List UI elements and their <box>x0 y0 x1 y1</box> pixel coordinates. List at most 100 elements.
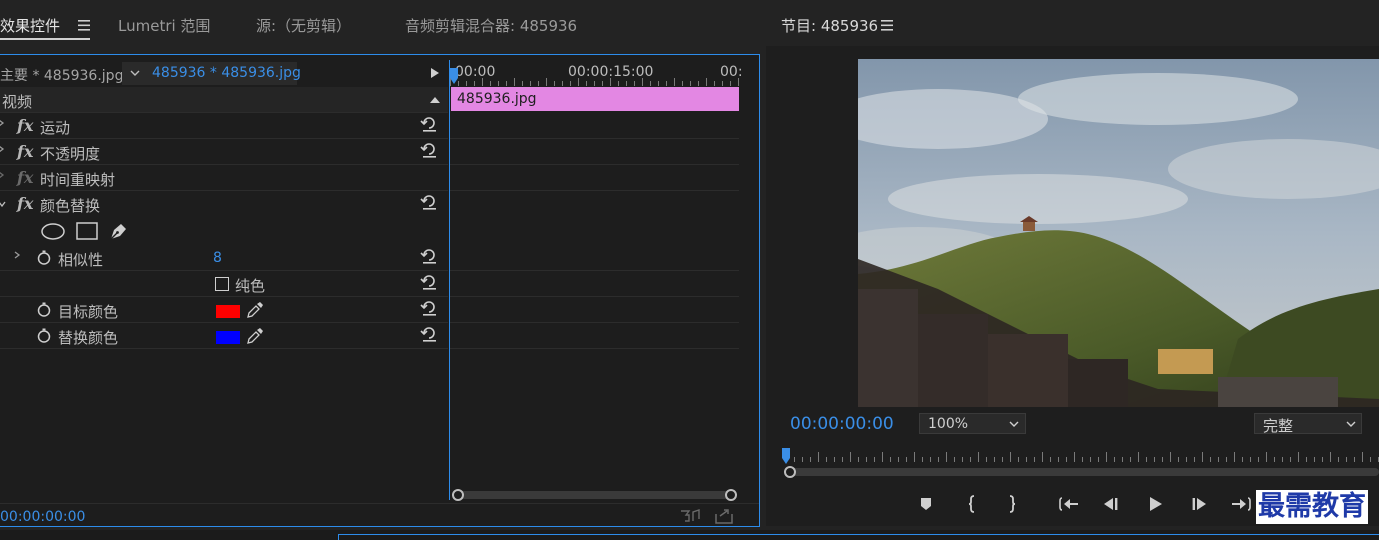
scrollbar-handle-right[interactable] <box>725 489 737 501</box>
tab-source[interactable]: 源:（无剪辑） <box>256 15 351 36</box>
monitor-ruler-tick <box>1338 457 1339 462</box>
reset-icon[interactable] <box>420 193 438 211</box>
zoom-dropdown[interactable]: 100% <box>919 413 1026 434</box>
ruler-tick <box>602 81 603 86</box>
scrollbar-track <box>458 491 732 499</box>
monitor-ruler-tick <box>970 457 971 462</box>
chevron-right-icon[interactable] <box>0 119 5 127</box>
chevron-down-icon[interactable] <box>0 200 6 208</box>
chevron-right-icon[interactable] <box>13 251 21 259</box>
quality-dropdown[interactable]: 完整 <box>1254 413 1362 435</box>
monitor-ruler-tick <box>1026 457 1027 462</box>
reset-icon[interactable] <box>420 247 438 265</box>
ruler-tick <box>554 81 555 86</box>
monitor-ruler-tick <box>986 457 987 462</box>
collapse-up-icon[interactable] <box>430 96 440 103</box>
effect-row-motion[interactable]: fx 运动 <box>0 113 448 139</box>
pen-mask-icon[interactable] <box>108 220 130 242</box>
marker-button[interactable] <box>915 493 937 515</box>
go-to-in-button[interactable] <box>1058 493 1080 515</box>
chevron-right-icon[interactable] <box>0 171 5 179</box>
param-label: 目标颜色 <box>58 303 119 321</box>
target-color-swatch[interactable] <box>216 305 240 318</box>
replace-color-swatch[interactable] <box>216 331 240 344</box>
program-monitor-title[interactable]: 节目: 485936 <box>781 15 878 36</box>
program-preview-image[interactable] <box>858 59 1379 407</box>
monitor-ruler-tick <box>922 457 923 462</box>
hamburger-icon[interactable] <box>881 20 893 31</box>
reset-icon[interactable] <box>420 299 438 317</box>
scrollbar-handle-left[interactable] <box>784 466 796 478</box>
monitor-ruler-tick <box>1226 457 1227 462</box>
reset-icon[interactable] <box>420 115 438 133</box>
playhead-icon[interactable] <box>450 68 458 84</box>
ruler-tick <box>474 81 475 86</box>
export-icon[interactable] <box>715 508 733 524</box>
ruler-tick <box>722 81 723 86</box>
effect-timeline: 00:00 00:00:15:00 00: 485936.jpg <box>449 60 743 500</box>
effect-row-time-remapping[interactable]: fx 时间重映射 <box>0 165 448 191</box>
mark-out-button[interactable] <box>1001 493 1023 515</box>
ellipse-mask-icon[interactable] <box>41 223 65 240</box>
monitor-ruler-tick <box>1194 457 1195 462</box>
eyedropper-icon[interactable] <box>246 327 264 345</box>
monitor-timeline-ruler[interactable] <box>786 452 1379 466</box>
ruler-tick <box>570 81 571 86</box>
effect-row-opacity[interactable]: fx 不透明度 <box>0 139 448 165</box>
chevron-right-icon[interactable] <box>0 145 5 153</box>
stopwatch-icon[interactable] <box>37 328 51 343</box>
eyedropper-icon[interactable] <box>246 301 264 319</box>
scrollbar-handle-left[interactable] <box>452 489 464 501</box>
step-forward-button[interactable] <box>1188 493 1210 515</box>
param-row-similarity[interactable]: 相似性 8 <box>0 245 448 271</box>
ruler-tick <box>690 81 691 86</box>
ruler-tick <box>490 81 491 86</box>
rectangle-mask-icon[interactable] <box>76 222 98 240</box>
video-section-label: 视频 <box>2 93 33 111</box>
ruler-tick <box>618 81 619 86</box>
hamburger-icon[interactable] <box>78 20 90 31</box>
monitor-ruler-tick <box>858 457 859 462</box>
timeline-divider <box>450 322 739 323</box>
program-timecode[interactable]: 00:00:00:00 <box>790 414 894 434</box>
tab-effect-controls[interactable]: 效果控件 <box>0 15 60 36</box>
solid-checkbox[interactable] <box>215 277 229 291</box>
clip-dropdown[interactable]: 485936 * 485936.jpg <box>122 62 301 85</box>
timeline-clip[interactable]: 485936.jpg <box>451 87 739 111</box>
similarity-value[interactable]: 8 <box>213 250 222 266</box>
param-row-target-color[interactable]: 目标颜色 <box>0 297 448 323</box>
reset-icon[interactable] <box>420 141 438 159</box>
monitor-ruler-tick <box>1058 457 1059 462</box>
fx-icon: fx <box>17 116 34 135</box>
master-clip-label[interactable]: 主要 * 485936.jpg <box>0 65 123 85</box>
effect-controls-timecode[interactable]: 00:00:00:00 <box>0 509 85 525</box>
timeline-zoom-scrollbar[interactable] <box>452 489 738 501</box>
mark-in-button[interactable] <box>961 493 983 515</box>
effect-row-color-replace[interactable]: fx 颜色替换 <box>0 191 448 217</box>
monitor-zoom-scrollbar[interactable] <box>784 466 1379 478</box>
monitor-ruler-tick <box>1010 452 1011 462</box>
play-triangle-icon[interactable] <box>431 68 439 78</box>
go-to-out-button[interactable] <box>1230 493 1252 515</box>
play-button[interactable] <box>1144 493 1166 515</box>
step-back-icon <box>1104 498 1118 510</box>
tab-audio-clip-mixer[interactable]: 音频剪辑混合器: 485936 <box>405 15 577 36</box>
reset-icon[interactable] <box>420 325 438 343</box>
video-section-header[interactable]: 视频 <box>0 87 448 113</box>
monitor-playhead-icon[interactable] <box>782 448 790 464</box>
monitor-ruler-tick <box>850 452 851 462</box>
monitor-ruler-tick <box>1170 452 1171 462</box>
reset-icon[interactable] <box>420 273 438 291</box>
ruler-tick <box>530 81 531 86</box>
param-row-replace-color[interactable]: 替换颜色 <box>0 323 448 349</box>
monitor-ruler-tick <box>818 452 819 462</box>
stopwatch-icon[interactable] <box>37 250 51 265</box>
stopwatch-icon[interactable] <box>37 302 51 317</box>
filter-audio-icon[interactable] <box>681 509 701 523</box>
monitor-ruler-tick <box>1082 457 1083 462</box>
ruler-tick <box>730 81 731 86</box>
ruler-tick <box>666 81 667 86</box>
tab-lumetri-scopes[interactable]: Lumetri 范围 <box>118 15 210 36</box>
watermark-text: 最需教育 <box>1256 490 1368 524</box>
step-back-button[interactable] <box>1100 493 1122 515</box>
